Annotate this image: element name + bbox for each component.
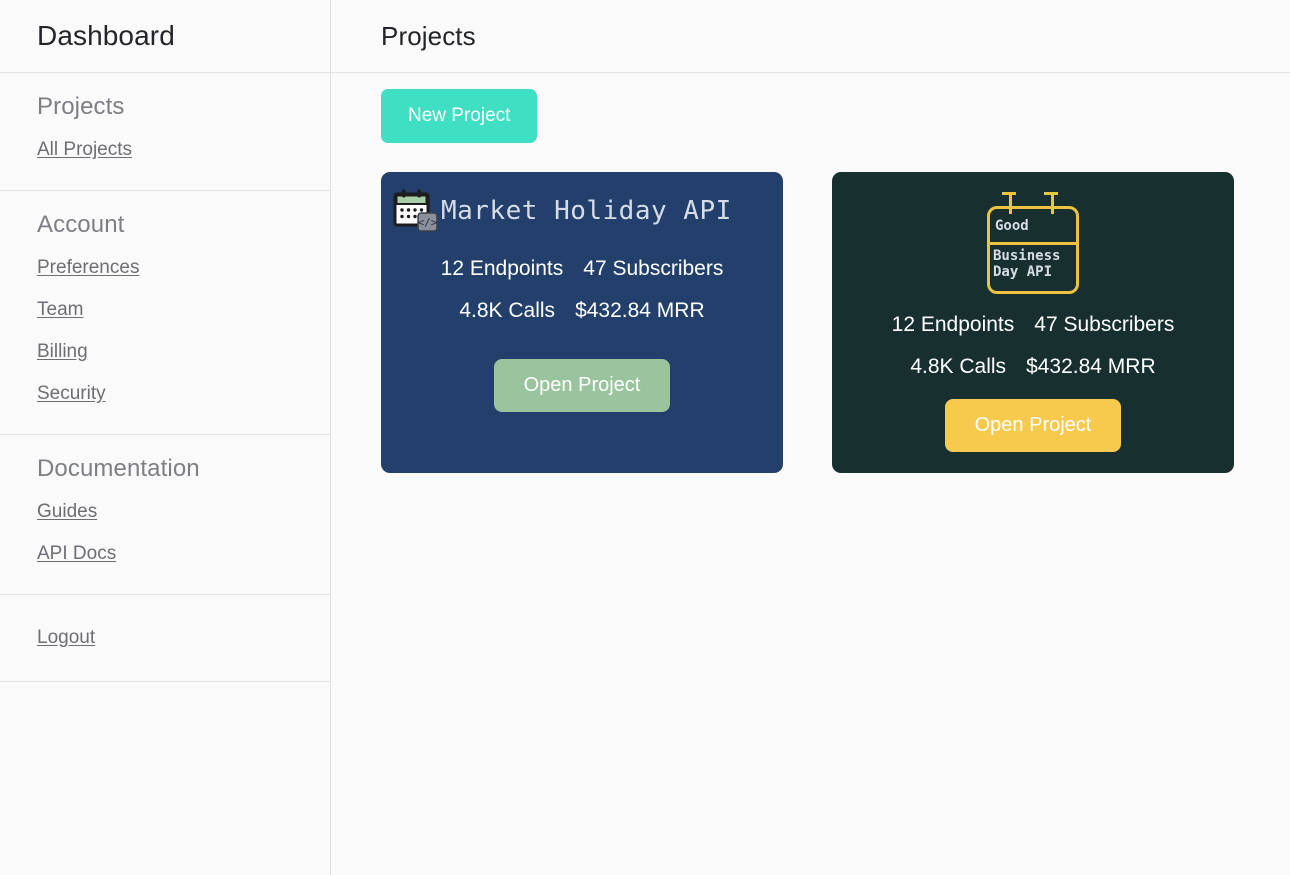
new-project-button[interactable]: New Project: [381, 89, 538, 143]
sidebar-item-preferences[interactable]: Preferences: [37, 247, 139, 289]
stats-row-2: 4.8K Calls $432.84 MRR: [441, 290, 724, 332]
sidebar-section-account: Account Preferences Team Billing Securit…: [0, 191, 330, 435]
sidebar-item-guides[interactable]: Guides: [37, 491, 97, 533]
stats-row-2: 4.8K Calls $432.84 MRR: [892, 346, 1175, 388]
sidebar-item-team[interactable]: Team: [37, 289, 83, 331]
sidebar: Dashboard Projects All Projects Account …: [0, 0, 331, 875]
sidebar-heading-documentation: Documentation: [37, 455, 200, 482]
stat-subscribers: 47 Subscribers: [1034, 313, 1175, 336]
open-project-button[interactable]: Open Project: [493, 359, 671, 412]
app-root: Dashboard Projects All Projects Account …: [0, 0, 1290, 875]
stat-mrr: $432.84 MRR: [1026, 355, 1156, 378]
project-card-stats: 12 Endpoints 47 Subscribers 4.8K Calls $43…: [892, 304, 1175, 388]
main-content: Projects New Project </> Market Holiday …: [331, 0, 1290, 875]
project-card-title: Market Holiday API: [441, 196, 732, 226]
sidebar-item-api-docs[interactable]: API Docs: [37, 533, 116, 575]
sidebar-heading-account: Account: [37, 211, 125, 238]
logo-text-line3: Day API: [993, 264, 1053, 280]
logo-text-good: Good: [995, 218, 1029, 234]
project-card[interactable]: Good Business Day API 12 Endpoints 47 Subs…: [832, 172, 1234, 473]
sidebar-brand: Dashboard: [0, 0, 330, 73]
page-title: Projects: [381, 20, 476, 51]
logo-text-line2: Business: [993, 248, 1061, 264]
stat-calls: 4.8K Calls: [910, 355, 1007, 378]
sidebar-item-billing[interactable]: Billing: [37, 331, 88, 373]
project-card-list: </> Market Holiday API 12 Endpoints 47 Su…: [331, 143, 1290, 473]
sidebar-section-logout: Logout: [0, 595, 330, 682]
sidebar-item-security[interactable]: Security: [37, 373, 106, 415]
calendar-outline-icon: Good Business Day API: [981, 188, 1085, 296]
stat-mrr: $432.84 MRR: [575, 299, 705, 322]
svg-text:</>: </>: [418, 216, 438, 229]
sidebar-item-logout[interactable]: Logout: [37, 617, 95, 659]
stats-row-1: 12 Endpoints 47 Subscribers: [892, 304, 1175, 346]
project-card-header: Good Business Day API: [832, 172, 1234, 296]
sidebar-item-all-projects[interactable]: All Projects: [37, 129, 132, 171]
stat-endpoints: 12 Endpoints: [440, 257, 564, 280]
project-card[interactable]: </> Market Holiday API 12 Endpoints 47 Su…: [381, 172, 783, 473]
sidebar-brand-title: Dashboard: [37, 20, 175, 51]
toolbar: New Project: [331, 73, 1290, 143]
open-project-button[interactable]: Open Project: [944, 399, 1122, 452]
stat-endpoints: 12 Endpoints: [891, 313, 1015, 336]
project-card-header: </> Market Holiday API: [381, 172, 783, 234]
project-card-stats: 12 Endpoints 47 Subscribers 4.8K Calls $43…: [441, 248, 724, 332]
stats-row-1: 12 Endpoints 47 Subscribers: [441, 248, 724, 290]
stat-subscribers: 47 Subscribers: [583, 257, 724, 280]
page-header: Projects: [331, 0, 1290, 73]
stat-calls: 4.8K Calls: [459, 299, 556, 322]
logo-text-body: Business Day API: [993, 248, 1060, 280]
sidebar-heading-projects: Projects: [37, 93, 125, 120]
sidebar-section-documentation: Documentation Guides API Docs: [0, 435, 330, 595]
calendar-code-icon: </>: [393, 188, 439, 234]
sidebar-section-projects: Projects All Projects: [0, 73, 330, 191]
calendar-divider: [987, 242, 1079, 245]
